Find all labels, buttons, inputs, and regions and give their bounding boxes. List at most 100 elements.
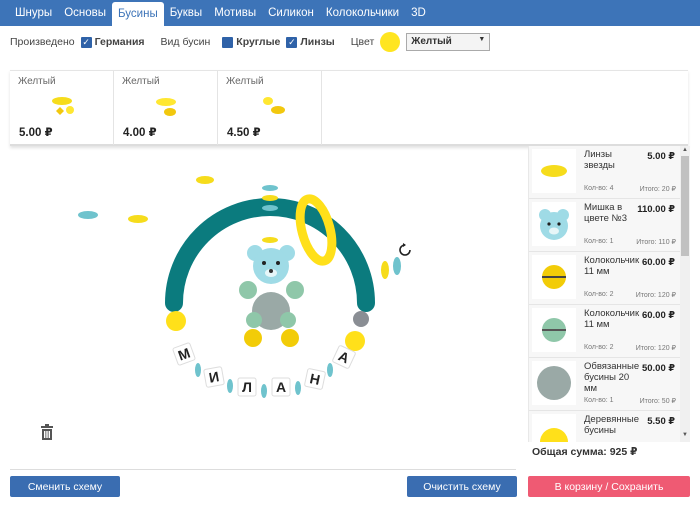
cart-item-qty: Кол-во: 1 (584, 397, 614, 404)
cart-list: Линзы звезды 5.00 ₽ Кол-во: 4 Итого: 20 … (528, 146, 690, 442)
cart-item-price: 50.00 ₽ (641, 363, 675, 374)
cart-item-total: Итого: 20 ₽ (639, 186, 676, 193)
color-select[interactable]: Желтый ▼ (406, 33, 491, 51)
side-bead-grey (353, 311, 369, 327)
cart-item-name: Линзы звезды (584, 149, 615, 171)
pacifier-preview: М И Л А Н А (78, 176, 401, 398)
tab-bases[interactable]: Основы (58, 0, 112, 26)
bear-icon (532, 202, 576, 246)
bear-eye (276, 261, 280, 265)
knitted-bead-icon (532, 361, 576, 405)
cart-item-price: 60.00 ₽ (641, 310, 675, 321)
spacer-lens-bead (261, 384, 267, 398)
country-label: Германия (94, 36, 145, 48)
scroll-down-icon[interactable]: ▼ (681, 432, 689, 438)
loose-lens-bead (78, 211, 98, 219)
add-to-cart-button[interactable]: В корзину / Сохранить (528, 476, 690, 497)
cart-item-qty: Кол-во: 2 (584, 344, 614, 351)
product-card[interactable]: Желтый 4.50 ₽ (218, 71, 322, 145)
bear-nose (269, 269, 273, 273)
bear-eye (262, 261, 266, 265)
tab-silicone[interactable]: Силикон (262, 0, 320, 26)
tab-beads[interactable]: Бусины (112, 2, 164, 26)
cart-item[interactable]: Обвязанные бусины 20 мм 50.00 ₽ Кол-во: … (529, 358, 681, 411)
bear-head (253, 248, 289, 284)
cart-item[interactable]: Колокольчик 11 мм 60.00 ₽ Кол-во: 2 Итог… (529, 305, 681, 358)
cart-item-name: Колокольчик 11 мм (584, 308, 640, 330)
cart-item-total: Итого: 110 ₽ (636, 239, 676, 246)
yellow-lens-icon (532, 149, 576, 193)
cart-item-total: Итого: 120 ₽ (635, 292, 676, 299)
side-bead-yellow (345, 331, 365, 351)
trash-icon[interactable] (40, 424, 54, 440)
rotate-icon[interactable] (397, 242, 413, 258)
cart-item-qty: Кол-во: 4 (584, 185, 614, 192)
star-lens-bead-icon (52, 97, 74, 115)
cart-item-name: Колокольчик 11 мм (584, 255, 640, 277)
spacer-lens-bead (195, 363, 201, 377)
change-scheme-button[interactable]: Сменить схему (10, 476, 120, 497)
tab-motifs[interactable]: Мотивы (208, 0, 262, 26)
product-price: 5.00 ₽ (19, 127, 53, 139)
cart-item-price: 60.00 ₽ (641, 257, 675, 268)
product-name: Желтый (226, 76, 264, 87)
cart-item[interactable]: Линзы звезды 5.00 ₽ Кол-во: 4 Итого: 20 … (529, 146, 681, 199)
cart-item-qty: Кол-во: 2 (584, 291, 614, 298)
product-name: Желтый (122, 76, 160, 87)
design-canvas[interactable]: М И Л А Н А (10, 148, 516, 468)
filter-bar: Произведено ✓ Германия Вид бусин Круглые… (10, 26, 688, 70)
round-label: Круглые (236, 36, 281, 48)
round-checkbox[interactable]: Круглые (222, 36, 280, 48)
category-tabs: Шнуры Основы Бусины Буквы Мотивы Силикон… (0, 0, 700, 26)
country-checkbox[interactable]: ✓ Германия (80, 36, 145, 48)
scroll-up-icon[interactable]: ▲ (681, 147, 689, 153)
tab-cords[interactable]: Шнуры (9, 0, 58, 26)
cart-scrollbar[interactable]: ▲ ▼ (680, 146, 690, 442)
mint-bead (286, 281, 304, 299)
scroll-thumb[interactable] (681, 156, 689, 256)
lenses-checkbox[interactable]: ✓ Линзы (286, 36, 335, 48)
yellow-bell (281, 329, 299, 347)
lenses-label: Линзы (300, 36, 335, 48)
color-swatch[interactable] (380, 32, 401, 52)
product-card[interactable]: Желтый 4.00 ₽ (114, 71, 218, 145)
cart-item-name: Обвязанные бусины 20 мм (584, 361, 640, 394)
checkmark-icon: ✓ (80, 36, 92, 48)
yellow-teether-ring (295, 194, 337, 266)
cart-item-total: Итого: 50 ₽ (639, 398, 676, 405)
side-lens-bead (393, 257, 401, 275)
top-lens-bead (262, 185, 278, 191)
cart-item-name: Мишка в цвете №3 (584, 202, 627, 224)
product-list: Желтый 5.00 ₽ Желтый 4.00 ₽ Желтый 4.50 … (10, 70, 688, 146)
loose-lens-bead (196, 176, 214, 184)
cart-item[interactable]: Колокольчик 11 мм 60.00 ₽ Кол-во: 2 Итог… (529, 252, 681, 305)
cart-item-price: 5.00 ₽ (647, 151, 675, 162)
cart-item[interactable]: Мишка в цвете №3 110.00 ₽ Кол-во: 1 Итог… (529, 199, 681, 252)
mint-bell-icon (532, 308, 576, 352)
color-label: Цвет (350, 36, 375, 48)
product-card[interactable]: Желтый 5.00 ₽ (10, 71, 114, 145)
product-price: 4.00 ₽ (123, 127, 157, 139)
cart-item-price: 5.50 ₽ (647, 416, 675, 427)
bead-icon (263, 97, 285, 114)
mint-bead (239, 281, 257, 299)
tab-bells[interactable]: Колокольчики (320, 0, 405, 26)
side-bead-yellow (166, 311, 186, 331)
clear-scheme-button[interactable]: Очистить схему (407, 476, 517, 497)
tab-3d[interactable]: 3D (405, 0, 432, 26)
cart-item-name: Деревянные бусины (584, 414, 639, 436)
cart-total: Общая сумма: 925 ₽ (532, 446, 638, 458)
cart-item-qty: Кол-во: 1 (584, 238, 614, 245)
loose-lens-bead (128, 215, 148, 223)
mint-bead (280, 312, 296, 328)
cart-item[interactable]: Деревянные бусины 5.50 ₽ (529, 411, 681, 442)
cart-item-price: 110.00 ₽ (637, 204, 675, 215)
yellow-bell-icon (532, 255, 576, 299)
tab-letters[interactable]: Буквы (164, 0, 208, 26)
product-name: Желтый (18, 76, 56, 87)
cart-item-total: Итого: 120 ₽ (635, 345, 676, 352)
spacer-lens-bead (327, 363, 333, 377)
top-lens-bead (262, 195, 278, 201)
letter-bead-text: А (276, 379, 286, 395)
lens-bead-icon (156, 98, 176, 116)
